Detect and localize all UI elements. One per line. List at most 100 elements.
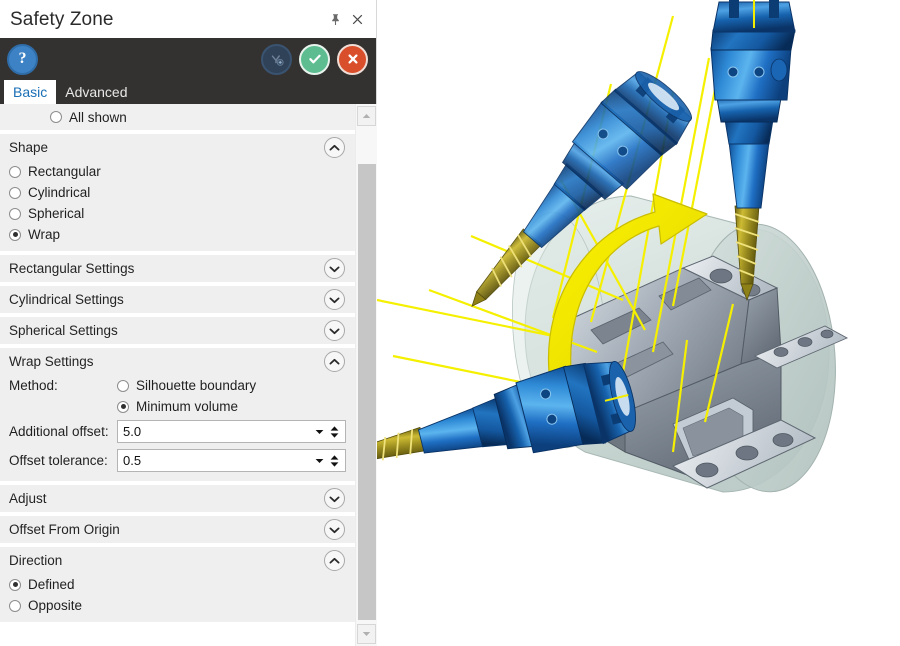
ok-button[interactable]	[299, 44, 330, 75]
defined-label: Defined	[28, 577, 75, 592]
safety-zone-panel: Safety Zone ?	[0, 0, 377, 646]
help-glyph: ?	[19, 50, 27, 68]
tab-advanced[interactable]: Advanced	[56, 80, 136, 104]
pushpin-icon[interactable]	[324, 8, 346, 30]
section-header-shape[interactable]: Shape	[0, 134, 355, 161]
safety-zone-dialog-window: Safety Zone ?	[0, 0, 900, 646]
section-header-adjust[interactable]: Adjust	[0, 485, 355, 512]
minimum-volume-label: Minimum volume	[136, 399, 238, 414]
scroll-up-icon[interactable]	[357, 106, 376, 126]
option-cylindrical[interactable]: Cylindrical	[0, 182, 355, 203]
wrap-radio[interactable]	[9, 229, 21, 241]
option-spherical[interactable]: Spherical	[0, 203, 355, 224]
option-silhouette-boundary[interactable]: Silhouette boundary	[117, 375, 355, 396]
tool-holder-bottom-left	[377, 352, 642, 507]
section-header-spherical-settings[interactable]: Spherical Settings	[0, 317, 355, 344]
wrap-label: Wrap	[28, 227, 60, 242]
tab-basic[interactable]: Basic	[4, 80, 56, 104]
section-header-offset-from-origin[interactable]: Offset From Origin	[0, 516, 355, 543]
method-row: Method: Silhouette boundary	[0, 375, 355, 396]
section-shape: Shape Rectangular Cylindrical	[0, 134, 355, 251]
rectangular-label: Rectangular	[28, 164, 101, 179]
page-title: Safety Zone	[10, 10, 324, 29]
section-cylindrical-settings: Cylindrical Settings	[0, 286, 355, 313]
spinner-stepper[interactable]	[327, 455, 345, 467]
chevron-down-icon[interactable]	[324, 320, 345, 341]
all-shown-label: All shown	[69, 110, 127, 125]
method-options: Silhouette boundary	[117, 375, 355, 396]
dropdown-arrow-icon[interactable]	[311, 429, 327, 435]
additional-offset-input[interactable]: 5.0	[117, 420, 346, 443]
all-shown-radio[interactable]	[50, 111, 62, 123]
section-body-wrap-settings: Method: Silhouette boundary	[0, 375, 355, 481]
section-title-spherical-settings: Spherical Settings	[9, 323, 324, 338]
section-header-wrap-settings[interactable]: Wrap Settings	[0, 348, 355, 375]
method-options-2: Minimum volume	[117, 396, 355, 417]
method-row-2: Minimum volume	[0, 396, 355, 417]
rectangular-radio[interactable]	[9, 166, 21, 178]
section-title-offset-from-origin: Offset From Origin	[9, 522, 324, 537]
cylindrical-radio[interactable]	[9, 187, 21, 199]
spherical-radio[interactable]	[9, 208, 21, 220]
section-title-direction: Direction	[9, 553, 324, 568]
section-title-adjust: Adjust	[9, 491, 324, 506]
defined-radio[interactable]	[9, 579, 21, 591]
section-spherical-settings: Spherical Settings	[0, 317, 355, 344]
panel-titlebar: Safety Zone	[0, 0, 376, 38]
dropdown-arrow-icon[interactable]	[311, 458, 327, 464]
apply-and-create-new-icon[interactable]	[261, 44, 292, 75]
option-opposite[interactable]: Opposite	[0, 595, 355, 616]
option-all-shown[interactable]: All shown	[0, 104, 355, 130]
section-rectangular-settings: Rectangular Settings	[0, 255, 355, 282]
field-offset-tolerance: Offset tolerance: 0.5	[0, 446, 355, 475]
section-header-cylindrical-settings[interactable]: Cylindrical Settings	[0, 286, 355, 313]
offset-tolerance-input[interactable]: 0.5	[117, 449, 346, 472]
panel-body: All shown Shape Rectangular	[0, 104, 376, 646]
section-header-direction[interactable]: Direction	[0, 547, 355, 574]
minimum-volume-radio[interactable]	[117, 401, 129, 413]
section-direction: Direction Defined Opposite	[0, 547, 355, 622]
option-wrap[interactable]: Wrap	[0, 224, 355, 245]
opposite-radio[interactable]	[9, 600, 21, 612]
chevron-up-icon[interactable]	[324, 550, 345, 571]
section-body-direction: Defined Opposite	[0, 574, 355, 622]
close-icon[interactable]	[346, 8, 368, 30]
dialog-toolbar: ?	[0, 38, 376, 80]
section-title-wrap-settings: Wrap Settings	[9, 354, 324, 369]
cutter-gold-bottom	[377, 427, 426, 472]
scrollbar-thumb[interactable]	[358, 164, 376, 620]
method-label: Method:	[9, 375, 117, 396]
cancel-button[interactable]	[337, 44, 368, 75]
option-defined[interactable]: Defined	[0, 574, 355, 595]
section-title-cylindrical-settings: Cylindrical Settings	[9, 292, 324, 307]
cylindrical-label: Cylindrical	[28, 185, 90, 200]
section-title-shape: Shape	[9, 140, 324, 155]
additional-offset-label: Additional offset:	[9, 424, 117, 439]
section-adjust: Adjust	[0, 485, 355, 512]
offset-tolerance-value: 0.5	[118, 454, 311, 467]
option-rectangular[interactable]: Rectangular	[0, 161, 355, 182]
silhouette-boundary-radio[interactable]	[117, 380, 129, 392]
chevron-down-icon[interactable]	[324, 519, 345, 540]
scroll-down-icon[interactable]	[357, 624, 376, 644]
section-wrap-settings: Wrap Settings Method: Silhouette boundar…	[0, 348, 355, 481]
spinner-stepper[interactable]	[327, 426, 345, 438]
dialog-tabs: Basic Advanced	[0, 80, 376, 104]
opposite-label: Opposite	[28, 598, 82, 613]
chevron-up-icon[interactable]	[324, 351, 345, 372]
section-offset-from-origin: Offset From Origin	[0, 516, 355, 543]
panel-scrollbar[interactable]	[355, 104, 377, 646]
spherical-label: Spherical	[28, 206, 84, 221]
additional-offset-value: 5.0	[118, 425, 311, 438]
chevron-down-icon[interactable]	[324, 289, 345, 310]
chevron-up-icon[interactable]	[324, 137, 345, 158]
section-header-rectangular-settings[interactable]: Rectangular Settings	[0, 255, 355, 282]
option-minimum-volume[interactable]: Minimum volume	[117, 396, 355, 417]
3d-model-viewport[interactable]	[377, 0, 900, 646]
chevron-down-icon[interactable]	[324, 488, 345, 509]
chevron-down-icon[interactable]	[324, 258, 345, 279]
silhouette-boundary-label: Silhouette boundary	[136, 378, 256, 393]
help-icon[interactable]: ?	[7, 44, 38, 75]
offset-tolerance-label: Offset tolerance:	[9, 453, 117, 468]
section-body-shape: Rectangular Cylindrical Spherical W	[0, 161, 355, 251]
